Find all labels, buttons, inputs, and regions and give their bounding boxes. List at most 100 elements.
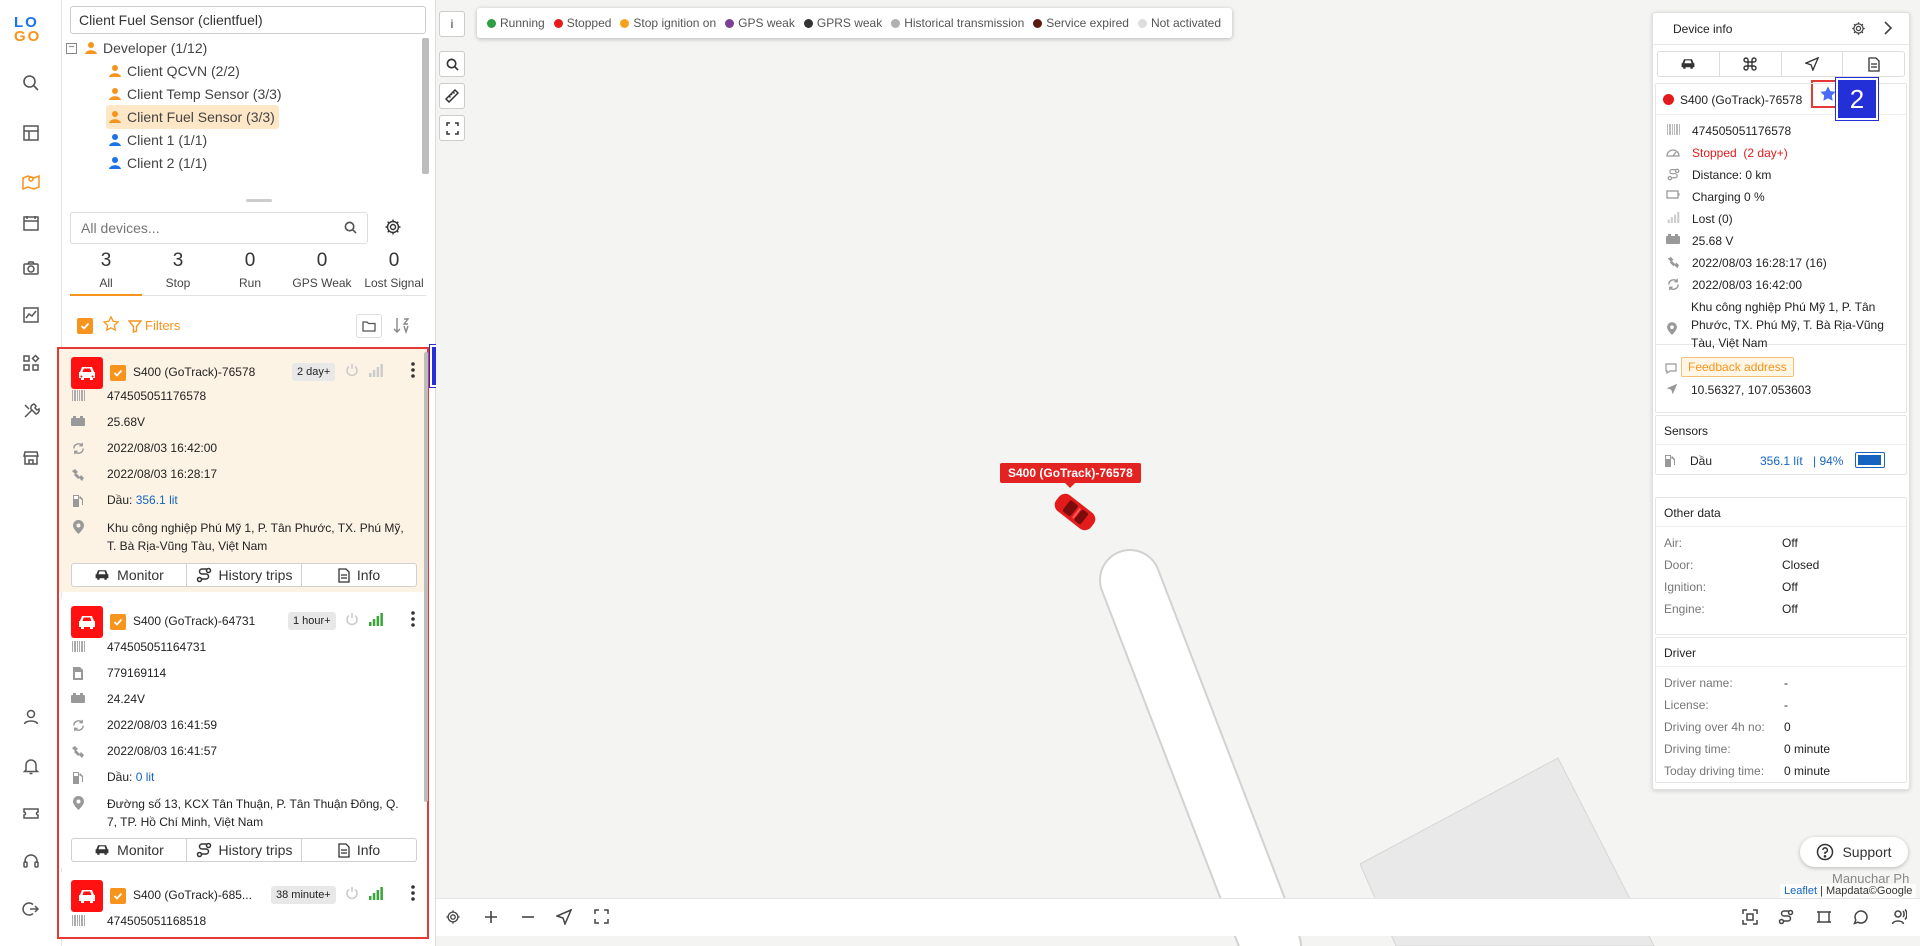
user-voice-icon[interactable] (1891, 909, 1907, 925)
kv-ignition: Ignition: Off (1664, 580, 1798, 594)
camera-icon[interactable] (16, 253, 46, 283)
tree-scrollbar[interactable] (422, 38, 429, 174)
vehicle-map-label[interactable]: S400 (GoTrack)-76578 (1000, 463, 1141, 488)
fullscreen-icon[interactable] (439, 115, 465, 141)
device-checkbox[interactable] (110, 365, 126, 381)
screenshot-icon[interactable] (1742, 909, 1758, 925)
settings-gear-icon[interactable] (1851, 21, 1866, 36)
history-trips-button[interactable]: History trips (187, 839, 302, 861)
filters-button[interactable]: Filters (128, 318, 180, 333)
collapse-toggle[interactable]: − (66, 43, 77, 54)
widgets-icon[interactable] (16, 348, 46, 378)
device-checkbox[interactable] (110, 888, 126, 904)
stat-lost-signal[interactable]: 0 Lost Signal (358, 250, 430, 290)
info-button[interactable]: Info (302, 564, 416, 586)
tree-node-client-fuel-sensor[interactable]: Client Fuel Sensor (3/3) (106, 105, 279, 129)
support-button[interactable]: Support (1800, 837, 1908, 867)
headset-icon[interactable] (16, 846, 46, 876)
report-chart-icon[interactable] (16, 300, 46, 330)
more-options-icon[interactable] (411, 362, 415, 378)
ticket-icon[interactable] (16, 798, 46, 828)
stat-stop[interactable]: 3 Stop (142, 250, 214, 290)
more-options-icon[interactable] (411, 611, 415, 627)
stat-gps-weak[interactable]: 0 GPS Weak (286, 250, 358, 290)
section-title: Other data (1664, 506, 1721, 520)
power-icon (345, 886, 359, 900)
leaflet-link[interactable]: Leaflet (1784, 885, 1817, 897)
map-tracking-icon[interactable] (16, 166, 46, 196)
sort-icon[interactable] (392, 316, 410, 334)
chat-bubble-icon[interactable] (1853, 909, 1869, 925)
account-selector[interactable]: Client Fuel Sensor (clientfuel) (70, 6, 426, 34)
list-scrollbar[interactable] (424, 352, 428, 802)
tools-icon[interactable] (16, 396, 46, 426)
expand-icon[interactable] (594, 909, 609, 924)
navigation-arrow-icon (1665, 383, 1679, 395)
monitor-button[interactable]: Monitor (72, 564, 187, 586)
favorite-star-icon[interactable] (102, 315, 120, 333)
zoom-in-icon[interactable] (483, 909, 499, 925)
feedback-address-button[interactable]: Feedback address (1681, 357, 1794, 377)
updated-value: 2022/08/03 16:42:00 (107, 441, 218, 455)
map-settings-gear-icon[interactable] (445, 909, 461, 925)
resize-handle[interactable] (246, 199, 272, 202)
tree-node-client-temp-sensor[interactable]: Client Temp Sensor (3/3) (106, 82, 286, 106)
tab-command-icon[interactable] (1720, 52, 1782, 76)
ruler-icon[interactable] (439, 83, 465, 109)
tab-document-icon[interactable] (1843, 52, 1904, 76)
device-card[interactable]: S400 (GoTrack)-64731 1 hour+ 47450505116… (59, 598, 427, 868)
support-label: Support (1842, 844, 1892, 860)
section-title: Driver (1664, 646, 1696, 660)
history-trips-button[interactable]: History trips (187, 564, 302, 586)
tree-node-client-1[interactable]: Client 1 (1/1) (106, 128, 211, 152)
fuel-row: Dầu: 356.1 lit (71, 493, 178, 507)
search-icon[interactable] (344, 221, 357, 234)
device-card[interactable]: S400 (GoTrack)-685... 38 minute+ 4745050… (59, 872, 427, 937)
zoom-out-icon[interactable] (520, 909, 536, 925)
monitor-label: Monitor (117, 842, 164, 858)
folder-button[interactable] (356, 314, 382, 338)
fuel-label: Dầu: (107, 493, 133, 507)
map-info-button[interactable]: i (439, 11, 465, 37)
legend-label: Stop ignition on (633, 16, 717, 30)
signal-value: Lost (0) (1692, 212, 1733, 226)
satellite-icon (1666, 256, 1680, 269)
map-search-icon[interactable] (439, 51, 465, 77)
logout-icon[interactable] (16, 894, 46, 924)
store-icon[interactable] (16, 443, 46, 473)
info-button[interactable]: Info (302, 839, 416, 861)
monitor-button[interactable]: Monitor (72, 839, 187, 861)
legend-label: Not activated (1150, 16, 1222, 30)
tab-vehicle-car-icon[interactable] (1658, 52, 1720, 76)
nav-rail: LO GO (0, 0, 62, 946)
user-icon[interactable] (16, 702, 46, 732)
kv-key: License: (1664, 698, 1709, 712)
tree-node-client-qcvn[interactable]: Client QCVN (2/2) (106, 59, 244, 83)
list-settings-gear-icon[interactable] (384, 218, 402, 236)
dashboard-icon[interactable] (16, 118, 46, 148)
tree-node-client-2[interactable]: Client 2 (1/1) (106, 151, 211, 175)
kv-key: Door: (1664, 558, 1694, 572)
locate-arrow-icon[interactable] (556, 909, 572, 925)
device-checkbox[interactable] (110, 614, 126, 630)
stat-run[interactable]: 0 Run (214, 250, 286, 290)
crop-area-icon[interactable] (1816, 909, 1832, 925)
tree-node-developer[interactable]: Developer (1/12) (82, 36, 211, 60)
user-group-icon (84, 41, 98, 55)
device-card[interactable]: S400 (GoTrack)-76578 2 day+ 474505051176… (59, 349, 427, 592)
tab-navigation-icon[interactable] (1782, 52, 1844, 76)
select-all-checkbox[interactable] (77, 318, 93, 334)
device-search-input[interactable] (71, 213, 321, 243)
route-icon[interactable] (1778, 909, 1794, 925)
stat-all[interactable]: 3 All (70, 250, 142, 290)
calendar-icon[interactable] (16, 208, 46, 238)
imei-value: 474505051164731 (107, 640, 207, 654)
bell-icon[interactable] (16, 751, 46, 781)
info-label: Info (356, 567, 381, 583)
chevron-right-icon[interactable] (1883, 21, 1893, 35)
app-logo[interactable]: LO GO (14, 15, 48, 44)
legend-dot (1137, 18, 1147, 28)
search-icon[interactable] (16, 68, 46, 98)
updated-row: 2022/08/03 16:41:59 (71, 718, 217, 732)
more-options-icon[interactable] (411, 885, 415, 901)
